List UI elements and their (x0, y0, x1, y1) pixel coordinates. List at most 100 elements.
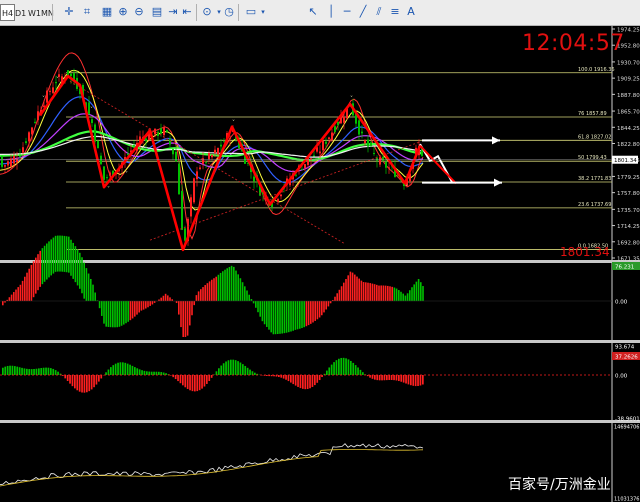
candle-body (37, 111, 39, 121)
osc-bar (278, 375, 280, 378)
macd-bar (136, 301, 138, 315)
candle-body (334, 126, 336, 132)
osc-bar (350, 360, 352, 375)
macd-bar (228, 267, 231, 301)
period-separators-icon[interactable]: ⌗ (80, 5, 94, 19)
candle-body (199, 167, 201, 170)
osc-bar (174, 375, 177, 380)
macd-bar (167, 295, 169, 301)
osc-bar (246, 367, 249, 375)
grid-icon[interactable]: ▦ (100, 5, 114, 19)
osc-bar (292, 375, 295, 385)
macd-bar (343, 282, 345, 301)
osc-bar (208, 375, 211, 382)
macd-bar (303, 301, 305, 328)
macd-bar (248, 294, 250, 301)
candle-body (19, 156, 21, 158)
trendline-icon[interactable]: ╱ (356, 5, 370, 19)
osc-bar (114, 363, 117, 375)
osc-bar (35, 368, 38, 375)
candle-body (295, 174, 297, 176)
osc-bar (352, 362, 355, 375)
price-chart[interactable]: 1974.251952.801930.701909.251887.801865.… (0, 26, 640, 502)
macd-bar (373, 284, 376, 301)
autoscroll-icon[interactable]: ⇥ (166, 5, 180, 19)
chevron-down-icon[interactable]: ▾ (256, 5, 270, 19)
price-tick-label: 1714.25 (617, 224, 640, 230)
macd-bar (411, 287, 413, 301)
tile-windows-icon[interactable]: ▤ (150, 5, 164, 19)
macd-bar (79, 252, 81, 289)
candle-body (97, 140, 99, 149)
candle-body (361, 131, 363, 134)
macd-bar (382, 285, 385, 301)
macd-bar (301, 301, 303, 329)
fib-level-label: 76 1857.89 (578, 111, 607, 117)
zoom-out-icon[interactable]: ⊖ (132, 5, 146, 19)
text-icon[interactable]: A (404, 5, 418, 19)
macd-bar (314, 301, 316, 321)
candle-body (205, 161, 207, 163)
periods-icon[interactable]: ◷ (222, 5, 236, 19)
osc-bar (95, 375, 98, 385)
osc-bar (237, 361, 239, 375)
chart-shift-icon[interactable]: ⇤ (180, 5, 194, 19)
macd-bar (290, 301, 292, 332)
candle-body (304, 164, 306, 169)
candle-body (7, 161, 9, 166)
osc-bar (254, 372, 256, 375)
macd-bar (294, 301, 297, 330)
macd-bar (362, 282, 365, 301)
macd-bar (149, 301, 151, 306)
macd-bar (19, 284, 22, 301)
crosshair-icon[interactable]: ✛ (62, 5, 76, 19)
fibonacci-icon[interactable]: ≡ (388, 5, 402, 19)
osc-bar (244, 365, 247, 375)
macd-bar (153, 301, 156, 303)
osc-bar (93, 375, 95, 388)
osc-bar (189, 375, 191, 391)
osc-bar (23, 368, 26, 375)
macd-bar (145, 301, 147, 309)
cursor-icon[interactable]: ↖ (306, 5, 320, 19)
macd-bar (142, 301, 145, 310)
timeframe-mn-button[interactable]: MN (39, 4, 56, 21)
osc-bar (410, 375, 412, 386)
osc-bar (122, 362, 124, 375)
macd-bar (376, 284, 378, 301)
horizontal-line-icon[interactable]: ─ (340, 5, 354, 19)
macd-bar (195, 295, 198, 301)
candle-body (163, 127, 165, 136)
macd-bar (101, 301, 103, 316)
osc-bar (287, 375, 290, 382)
channel-icon[interactable]: ⫽ (372, 5, 386, 19)
macd-bar (59, 235, 61, 272)
osc-bar (54, 370, 57, 375)
zoom-in-icon[interactable]: ⊕ (116, 5, 130, 19)
candle-body (160, 128, 162, 134)
osc-bar (234, 360, 237, 375)
osc-bar (333, 362, 335, 375)
vertical-line-icon[interactable]: │ (324, 5, 338, 19)
macd-bar (118, 301, 121, 327)
candle-body (16, 158, 18, 163)
osc-bar (162, 372, 165, 375)
toolbar-separator (238, 4, 239, 21)
candle-body (49, 90, 51, 92)
osc-bar (374, 375, 376, 380)
macd-bar (94, 292, 96, 301)
macd-bar (246, 290, 248, 301)
osc-bar (282, 375, 285, 379)
osc-bar (62, 375, 64, 376)
big-price-label: 1801.34 (560, 245, 610, 259)
candle-body (184, 228, 186, 241)
osc-bar (138, 369, 141, 375)
osc-axis-label: -38.9601 (615, 417, 640, 423)
osc-bar (381, 375, 383, 381)
macd-bar (402, 293, 404, 301)
osc-bar (170, 375, 172, 376)
macd-bar (112, 301, 114, 328)
candle-body (70, 73, 72, 77)
osc-bar (371, 375, 374, 379)
osc-bar (338, 358, 340, 375)
